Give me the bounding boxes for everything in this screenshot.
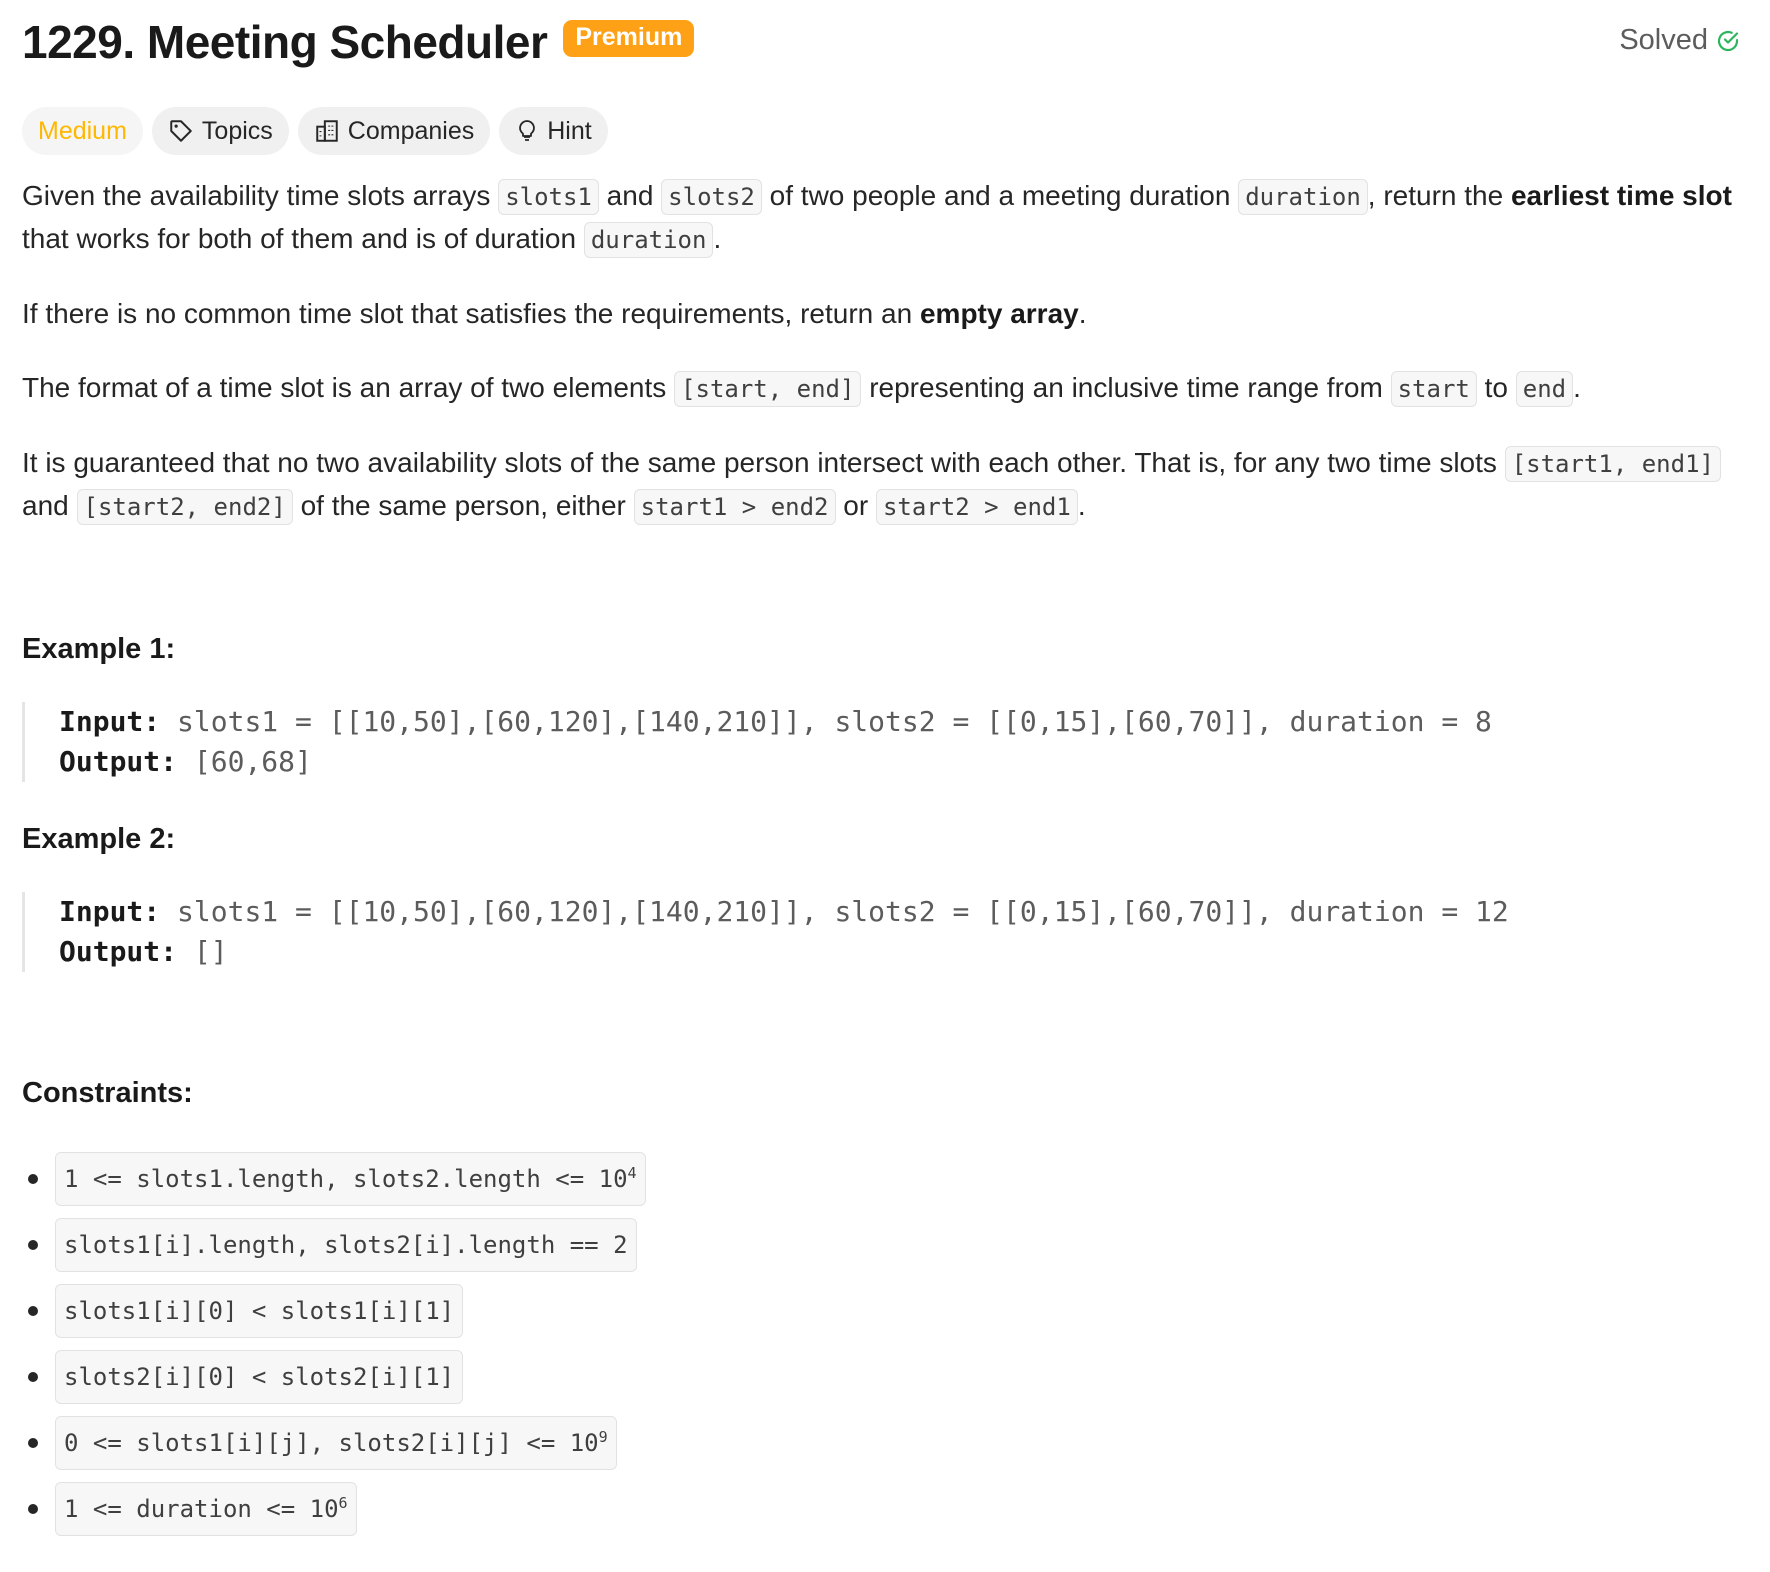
example-block: Input: slots1 = [[10,50],[60,120],[140,2… [22, 892, 1748, 972]
description-paragraph: It is guaranteed that no two availabilit… [22, 442, 1748, 528]
constraint-code: slots1[i][0] < slots1[i][1] [55, 1284, 464, 1338]
list-item: slots1[i][0] < slots1[i][1] [22, 1278, 1748, 1344]
constraint-text: 1 <= slots1.length, slots2.length <= 10 [64, 1165, 628, 1193]
problem-header: 1229. Meeting Scheduler Premium Solved [22, 12, 1748, 72]
example-title: Example 2: [22, 823, 176, 855]
bullet [28, 1240, 38, 1250]
problem-title: 1229. Meeting Scheduler [22, 16, 548, 68]
text: . [1077, 490, 1086, 521]
example-output-line: Output: [] [59, 932, 1748, 972]
inline-code: start2 > end1 [875, 489, 1078, 525]
input-label: Input: [59, 705, 161, 738]
constraint-code: 1 <= duration <= 106 [55, 1482, 357, 1536]
description-paragraph: The format of a time slot is an array of… [22, 367, 1748, 410]
bold-text: empty array [919, 298, 1079, 329]
text: of two people and a meeting duration [761, 180, 1239, 211]
constraint-text: slots1[i].length, slots2[i].length == 2 [64, 1231, 628, 1259]
list-item: 0 <= slots1[i][j], slots2[i][j] <= 109 [22, 1410, 1748, 1476]
text: . [1573, 372, 1581, 403]
example-input-line: Input: slots1 = [[10,50],[60,120],[140,2… [59, 702, 1748, 742]
problem-page: 1229. Meeting Scheduler Premium Solved M… [0, 0, 1770, 1542]
text: , return the [1367, 180, 1511, 211]
check-circle-icon [1717, 30, 1739, 51]
example-title: Example 1: [22, 633, 176, 665]
hint-label: Hint [547, 116, 592, 145]
text: It is guaranteed that no two availabilit… [22, 447, 1505, 478]
solved-status: Solved [1619, 24, 1740, 57]
input-value: slots1 = [[10,50],[60,120],[140,210]], s… [160, 895, 1509, 928]
text: If there is no common time slot that sat… [22, 298, 920, 329]
premium-badge[interactable]: Premium [563, 19, 695, 57]
list-item: 1 <= duration <= 106 [22, 1476, 1748, 1542]
output-label: Output: [59, 935, 178, 968]
tag-icon [170, 120, 192, 142]
companies-label: Companies [347, 116, 475, 145]
inline-code: [start, end] [674, 371, 862, 407]
bold-text: earliest time slot [1510, 180, 1732, 211]
exponent: 6 [338, 1494, 348, 1512]
output-value: [] [177, 935, 228, 968]
list-item: 1 <= slots1.length, slots2.length <= 104 [22, 1146, 1748, 1212]
bullet [28, 1306, 38, 1316]
constraint-text: 1 <= duration <= 10 [64, 1495, 339, 1523]
description-paragraph: Given the availability time slots arrays… [22, 175, 1748, 261]
constraint-code: 1 <= slots1.length, slots2.length <= 104 [55, 1152, 646, 1206]
text: and [598, 180, 662, 211]
text: . [1078, 298, 1087, 329]
text: representing an inclusive time range fro… [861, 372, 1391, 403]
inline-code: end [1515, 371, 1574, 407]
description-paragraph: If there is no common time slot that sat… [22, 293, 1748, 335]
topics-label: Topics [201, 116, 273, 145]
example-output-line: Output: [60,68] [59, 742, 1748, 782]
companies-tag[interactable]: Companies [297, 107, 491, 155]
constraint-code: 0 <= slots1[i][j], slots2[i][j] <= 109 [55, 1416, 617, 1470]
example-input-line: Input: slots1 = [[10,50],[60,120],[140,2… [59, 892, 1748, 932]
constraint-text: slots1[i][0] < slots1[i][1] [64, 1297, 455, 1325]
output-label: Output: [59, 745, 178, 778]
text: of the same person, either [292, 490, 634, 521]
tag-row: Medium Topics Companies Hint [22, 107, 1748, 155]
text: The format of a time slot is an array of… [22, 372, 675, 403]
constraint-text: 0 <= slots1[i][j], slots2[i][j] <= 10 [64, 1429, 599, 1457]
input-value: slots1 = [[10,50],[60,120],[140,210]], s… [160, 705, 1492, 738]
difficulty-label: Medium [38, 116, 127, 145]
hint-tag[interactable]: Hint [499, 107, 608, 155]
input-label: Input: [59, 895, 161, 928]
inline-code: [start2, end2] [76, 489, 293, 525]
inline-code: duration [583, 222, 714, 258]
constraint-text: slots2[i][0] < slots2[i][1] [64, 1363, 455, 1391]
bullet [28, 1174, 38, 1184]
inline-code: start1 > end2 [633, 489, 836, 525]
inline-code: [start1, end1] [1504, 446, 1721, 482]
topics-tag[interactable]: Topics [151, 107, 289, 155]
text: or [835, 490, 876, 521]
bullet [28, 1372, 38, 1382]
constraints-title: Constraints: [22, 1077, 193, 1109]
list-item: slots2[i][0] < slots2[i][1] [22, 1344, 1748, 1410]
text: and [22, 490, 77, 521]
list-item: slots1[i].length, slots2[i].length == 2 [22, 1212, 1748, 1278]
difficulty-tag[interactable]: Medium [22, 107, 143, 155]
inline-code: duration [1238, 179, 1368, 215]
exponent: 4 [627, 1164, 637, 1182]
constraint-code: slots2[i][0] < slots2[i][1] [55, 1350, 464, 1404]
example-block: Input: slots1 = [[10,50],[60,120],[140,2… [22, 702, 1748, 782]
bullet [28, 1504, 38, 1514]
building-icon [316, 120, 338, 142]
constraints-list: 1 <= slots1.length, slots2.length <= 104… [22, 1146, 1748, 1542]
lightbulb-icon [519, 120, 536, 141]
text: that works for both of them and is of du… [22, 223, 584, 254]
output-value: [60,68] [177, 745, 312, 778]
inline-code: slots2 [661, 179, 762, 215]
exponent: 9 [598, 1428, 608, 1446]
text: Given the availability time slots arrays [22, 180, 499, 211]
text: . [713, 223, 722, 254]
constraint-code: slots1[i].length, slots2[i].length == 2 [55, 1218, 637, 1272]
solved-label: Solved [1619, 24, 1708, 56]
inline-code: slots1 [498, 179, 599, 215]
inline-code: start [1390, 371, 1477, 407]
bullet [28, 1438, 38, 1448]
text: to [1476, 372, 1516, 403]
problem-description: Given the availability time slots arrays… [22, 175, 1748, 1542]
